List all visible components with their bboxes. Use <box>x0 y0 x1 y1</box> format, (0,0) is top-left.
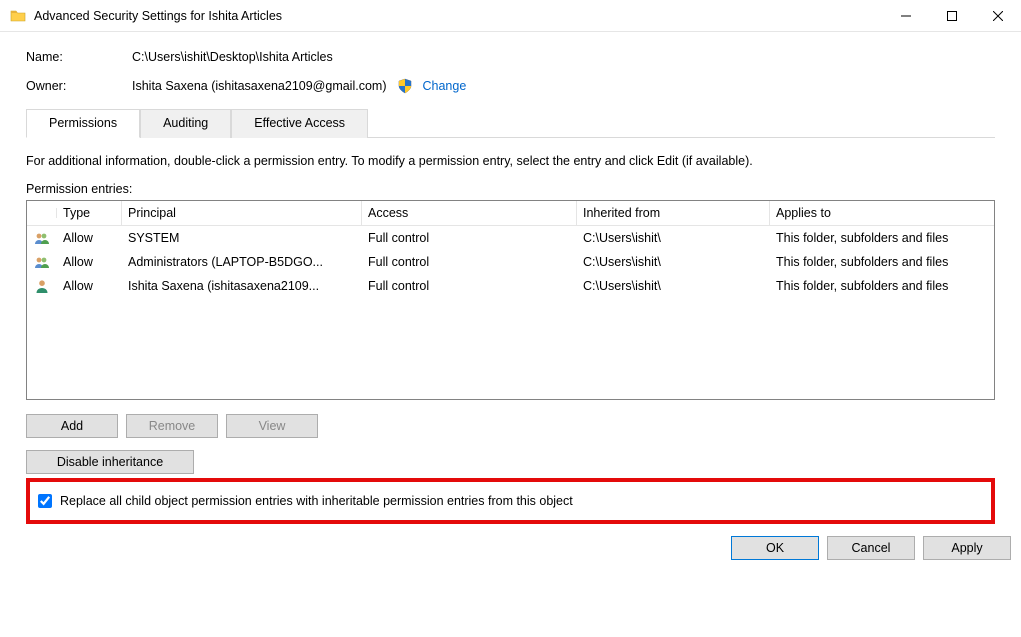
disable-inheritance-button[interactable]: Disable inheritance <box>26 450 194 474</box>
cell-access: Full control <box>362 277 577 295</box>
tab-permissions[interactable]: Permissions <box>26 109 140 138</box>
cell-type: Allow <box>57 277 122 295</box>
folder-icon <box>10 8 26 24</box>
permission-entries-label: Permission entries: <box>26 182 995 196</box>
info-text: For additional information, double-click… <box>26 154 995 168</box>
cell-inherited: C:\Users\ishit\ <box>577 229 770 247</box>
owner-label: Owner: <box>26 79 132 93</box>
principal-icon <box>27 228 57 248</box>
close-button[interactable] <box>975 0 1021 32</box>
cell-principal: Administrators (LAPTOP-B5DGO... <box>122 253 362 271</box>
replace-permissions-checkbox[interactable] <box>38 494 52 508</box>
cell-inherited: C:\Users\ishit\ <box>577 277 770 295</box>
cell-access: Full control <box>362 229 577 247</box>
cancel-button[interactable]: Cancel <box>827 536 915 560</box>
dialog-buttons: OK Cancel Apply <box>0 524 1021 560</box>
window-title: Advanced Security Settings for Ishita Ar… <box>34 9 282 23</box>
uac-shield-icon <box>397 78 413 94</box>
cell-access: Full control <box>362 253 577 271</box>
cell-applies: This folder, subfolders and files <box>770 253 990 271</box>
table-row[interactable]: AllowSYSTEMFull controlC:\Users\ishit\Th… <box>27 226 994 250</box>
titlebar: Advanced Security Settings for Ishita Ar… <box>0 0 1021 32</box>
col-access[interactable]: Access <box>362 201 577 225</box>
cell-inherited: C:\Users\ishit\ <box>577 253 770 271</box>
change-owner-link[interactable]: Change <box>423 79 467 93</box>
apply-button[interactable]: Apply <box>923 536 1011 560</box>
principal-icon <box>27 276 57 296</box>
owner-value: Ishita Saxena (ishitasaxena2109@gmail.co… <box>132 79 387 93</box>
col-inherited[interactable]: Inherited from <box>577 201 770 225</box>
tabstrip: Permissions Auditing Effective Access <box>26 108 995 138</box>
replace-permissions-label[interactable]: Replace all child object permission entr… <box>60 494 573 508</box>
ok-button[interactable]: OK <box>731 536 819 560</box>
table-header: Type Principal Access Inherited from App… <box>27 201 994 226</box>
cell-principal: SYSTEM <box>122 229 362 247</box>
cell-type: Allow <box>57 253 122 271</box>
cell-applies: This folder, subfolders and files <box>770 229 990 247</box>
table-row[interactable]: AllowIshita Saxena (ishitasaxena2109...F… <box>27 274 994 298</box>
replace-permissions-highlight: Replace all child object permission entr… <box>26 478 995 524</box>
minimize-button[interactable] <box>883 0 929 32</box>
remove-button: Remove <box>126 414 218 438</box>
table-row[interactable]: AllowAdministrators (LAPTOP-B5DGO...Full… <box>27 250 994 274</box>
cell-type: Allow <box>57 229 122 247</box>
cell-principal: Ishita Saxena (ishitasaxena2109... <box>122 277 362 295</box>
principal-icon <box>27 252 57 272</box>
dialog-content: Name: C:\Users\ishit\Desktop\Ishita Arti… <box>0 32 1021 524</box>
tab-effective-access[interactable]: Effective Access <box>231 109 368 138</box>
col-type[interactable]: Type <box>57 201 122 225</box>
permissions-table[interactable]: Type Principal Access Inherited from App… <box>26 200 995 400</box>
maximize-button[interactable] <box>929 0 975 32</box>
tab-auditing[interactable]: Auditing <box>140 109 231 138</box>
cell-applies: This folder, subfolders and files <box>770 277 990 295</box>
name-label: Name: <box>26 50 132 64</box>
name-value: C:\Users\ishit\Desktop\Ishita Articles <box>132 50 333 64</box>
col-applies[interactable]: Applies to <box>770 201 990 225</box>
view-button: View <box>226 414 318 438</box>
add-button[interactable]: Add <box>26 414 118 438</box>
col-principal[interactable]: Principal <box>122 201 362 225</box>
